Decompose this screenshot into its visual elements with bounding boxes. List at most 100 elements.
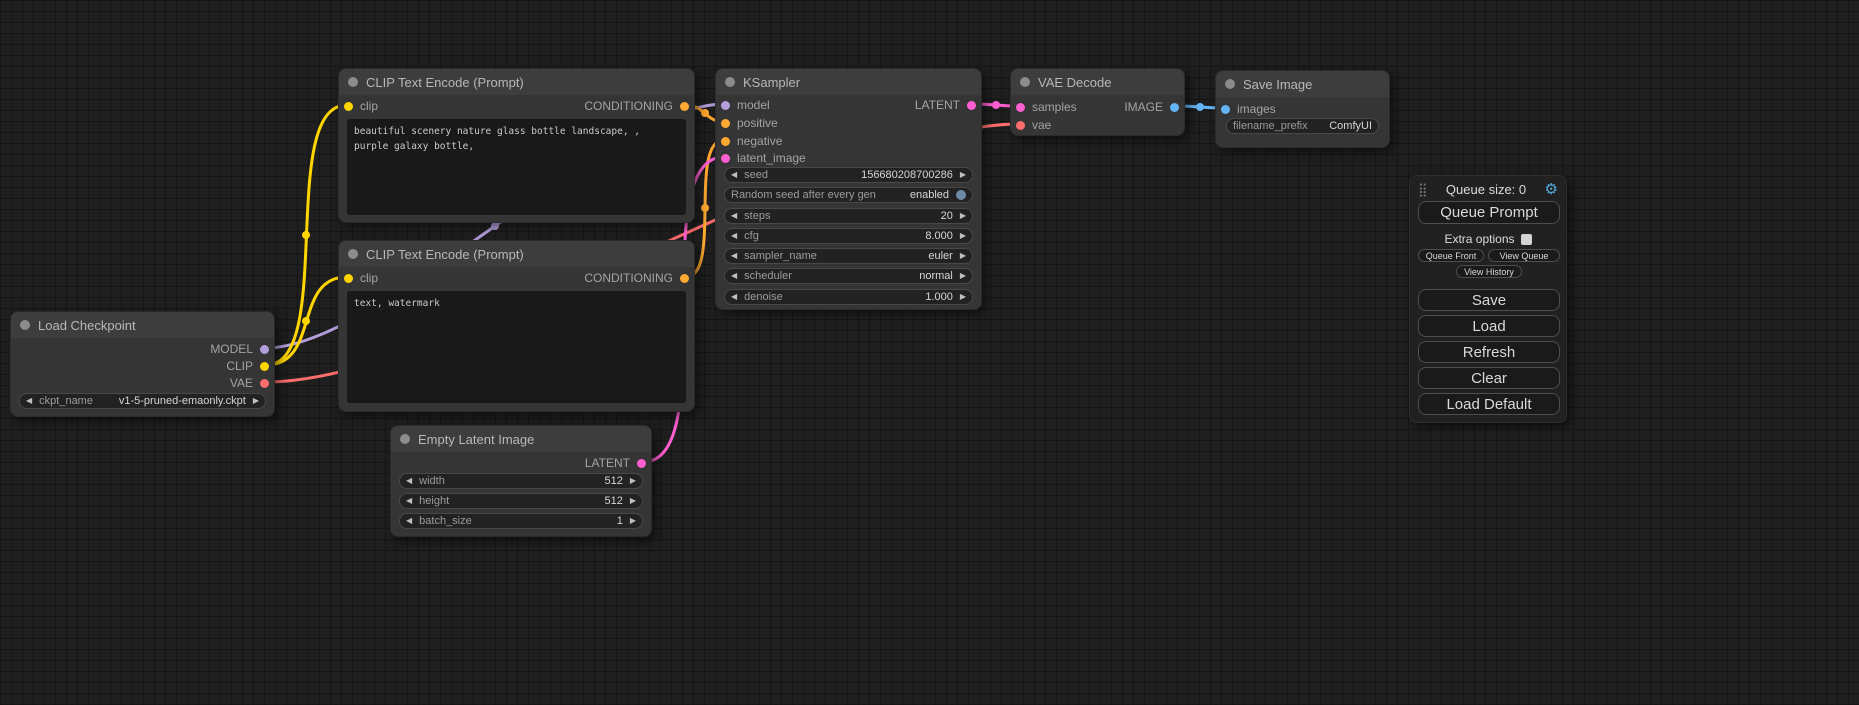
positive-input-dot[interactable]	[721, 119, 730, 128]
node-vae-decode[interactable]: VAE Decode samples vae IMAGE	[1010, 68, 1185, 136]
widget-value: 8.000	[925, 230, 953, 242]
save-button[interactable]: Save	[1418, 289, 1560, 311]
drag-handle-icon[interactable]: ⣿	[1418, 183, 1428, 196]
slot-label: clip	[360, 271, 378, 285]
vae-input-dot[interactable]	[1016, 121, 1025, 130]
decrement-icon[interactable]: ◀	[406, 497, 412, 505]
increment-icon[interactable]: ▶	[960, 252, 966, 260]
comfy-menu-panel[interactable]: ⣿ Queue size: 0 ⚙ Queue Prompt Extra opt…	[1409, 175, 1567, 423]
link-midpoint-dot	[992, 101, 1000, 109]
output-slot-conditioning: CONDITIONING	[584, 271, 689, 285]
view-history-button[interactable]: View History	[1456, 265, 1522, 278]
prompt-textarea[interactable]: text, watermark	[347, 291, 686, 403]
filename-prefix-widget[interactable]: filename_prefix ComfyUI	[1226, 118, 1379, 134]
node-load-checkpoint[interactable]: Load Checkpoint MODEL CLIP VAE ◀ ckpt_na…	[10, 311, 275, 417]
increment-icon[interactable]: ▶	[630, 497, 636, 505]
samples-input-dot[interactable]	[1016, 103, 1025, 112]
slot-label: IMAGE	[1124, 100, 1163, 114]
decrement-icon[interactable]: ◀	[406, 517, 412, 525]
input-slot-images: images	[1221, 102, 1276, 116]
steps-widget[interactable]: ◀ steps 20 ▶	[724, 208, 973, 224]
slot-label: images	[1237, 102, 1276, 116]
negative-input-dot[interactable]	[721, 137, 730, 146]
model-input-dot[interactable]	[721, 101, 730, 110]
view-queue-button[interactable]: View Queue	[1488, 249, 1560, 262]
increment-icon[interactable]: ▶	[253, 397, 259, 405]
node-graph-canvas[interactable]: Load Checkpoint MODEL CLIP VAE ◀ ckpt_na…	[0, 0, 1859, 705]
node-clip-text-encode-positive[interactable]: CLIP Text Encode (Prompt) clip CONDITION…	[338, 68, 695, 223]
load-default-button[interactable]: Load Default	[1418, 393, 1560, 415]
images-input-dot[interactable]	[1221, 105, 1230, 114]
height-widget[interactable]: ◀ height 512 ▶	[399, 493, 643, 509]
load-button[interactable]: Load	[1418, 315, 1560, 337]
node-empty-latent-image[interactable]: Empty Latent Image LATENT ◀ width 512 ▶ …	[390, 425, 652, 537]
collapse-dot[interactable]	[348, 77, 358, 87]
increment-icon[interactable]: ▶	[630, 517, 636, 525]
decrement-icon[interactable]: ◀	[731, 212, 737, 220]
cfg-widget[interactable]: ◀ cfg 8.000 ▶	[724, 228, 973, 244]
latent-output-dot[interactable]	[967, 101, 976, 110]
collapse-dot[interactable]	[1225, 79, 1235, 89]
toggle-dot[interactable]	[956, 190, 966, 200]
increment-icon[interactable]: ▶	[960, 171, 966, 179]
increment-icon[interactable]: ▶	[630, 477, 636, 485]
queue-prompt-button[interactable]: Queue Prompt	[1418, 201, 1560, 224]
node-title-bar[interactable]: VAE Decode	[1011, 69, 1184, 95]
increment-icon[interactable]: ▶	[960, 232, 966, 240]
collapse-dot[interactable]	[400, 434, 410, 444]
node-title-bar[interactable]: KSampler	[716, 69, 981, 95]
vae-output-dot[interactable]	[260, 379, 269, 388]
conditioning-output-dot[interactable]	[680, 274, 689, 283]
clip-output-dot[interactable]	[260, 362, 269, 371]
decrement-icon[interactable]: ◀	[731, 171, 737, 179]
latent-input-dot[interactable]	[721, 154, 730, 163]
refresh-button[interactable]: Refresh	[1418, 341, 1560, 363]
clip-input-dot[interactable]	[344, 274, 353, 283]
node-title-bar[interactable]: Save Image	[1216, 71, 1389, 97]
image-output-dot[interactable]	[1170, 103, 1179, 112]
slot-label: CONDITIONING	[584, 99, 673, 113]
model-output-dot[interactable]	[260, 345, 269, 354]
node-clip-text-encode-negative[interactable]: CLIP Text Encode (Prompt) clip CONDITION…	[338, 240, 695, 412]
node-ksampler[interactable]: KSampler model positive negative latent_…	[715, 68, 982, 310]
increment-icon[interactable]: ▶	[960, 272, 966, 280]
node-title-bar[interactable]: CLIP Text Encode (Prompt)	[339, 241, 694, 267]
prompt-textarea[interactable]: beautiful scenery nature glass bottle la…	[347, 119, 686, 215]
extra-options-checkbox[interactable]	[1521, 234, 1532, 245]
scheduler-widget[interactable]: ◀ scheduler normal ▶	[724, 268, 973, 284]
settings-gear-icon[interactable]: ⚙	[1545, 182, 1558, 197]
collapse-dot[interactable]	[20, 320, 30, 330]
node-title-bar[interactable]: CLIP Text Encode (Prompt)	[339, 69, 694, 95]
decrement-icon[interactable]: ◀	[731, 272, 737, 280]
output-slot-model: MODEL	[210, 342, 269, 356]
batch-size-widget[interactable]: ◀ batch_size 1 ▶	[399, 513, 643, 529]
latent-output-dot[interactable]	[637, 459, 646, 468]
slot-label: LATENT	[585, 456, 630, 470]
collapse-dot[interactable]	[725, 77, 735, 87]
slot-label: samples	[1032, 100, 1077, 114]
decrement-icon[interactable]: ◀	[731, 232, 737, 240]
decrement-icon[interactable]: ◀	[731, 293, 737, 301]
collapse-dot[interactable]	[348, 249, 358, 259]
widget-label: seed	[744, 169, 768, 181]
ckpt-name-widget[interactable]: ◀ ckpt_name v1-5-pruned-emaonly.ckpt ▶	[19, 393, 266, 409]
node-title-bar[interactable]: Load Checkpoint	[11, 312, 274, 338]
width-widget[interactable]: ◀ width 512 ▶	[399, 473, 643, 489]
clip-input-dot[interactable]	[344, 102, 353, 111]
random-seed-toggle-widget[interactable]: Random seed after every gen enabled	[724, 187, 973, 203]
increment-icon[interactable]: ▶	[960, 293, 966, 301]
decrement-icon[interactable]: ◀	[731, 252, 737, 260]
node-title-bar[interactable]: Empty Latent Image	[391, 426, 651, 452]
sampler-name-widget[interactable]: ◀ sampler_name euler ▶	[724, 248, 973, 264]
node-save-image[interactable]: Save Image images filename_prefix ComfyU…	[1215, 70, 1390, 148]
decrement-icon[interactable]: ◀	[26, 397, 32, 405]
clear-button[interactable]: Clear	[1418, 367, 1560, 389]
queue-front-button[interactable]: Queue Front	[1418, 249, 1484, 262]
decrement-icon[interactable]: ◀	[406, 477, 412, 485]
seed-widget[interactable]: ◀ seed 156680208700286 ▶	[724, 167, 973, 183]
collapse-dot[interactable]	[1020, 77, 1030, 87]
increment-icon[interactable]: ▶	[960, 212, 966, 220]
denoise-widget[interactable]: ◀ denoise 1.000 ▶	[724, 289, 973, 305]
widget-label: ckpt_name	[39, 395, 93, 407]
conditioning-output-dot[interactable]	[680, 102, 689, 111]
